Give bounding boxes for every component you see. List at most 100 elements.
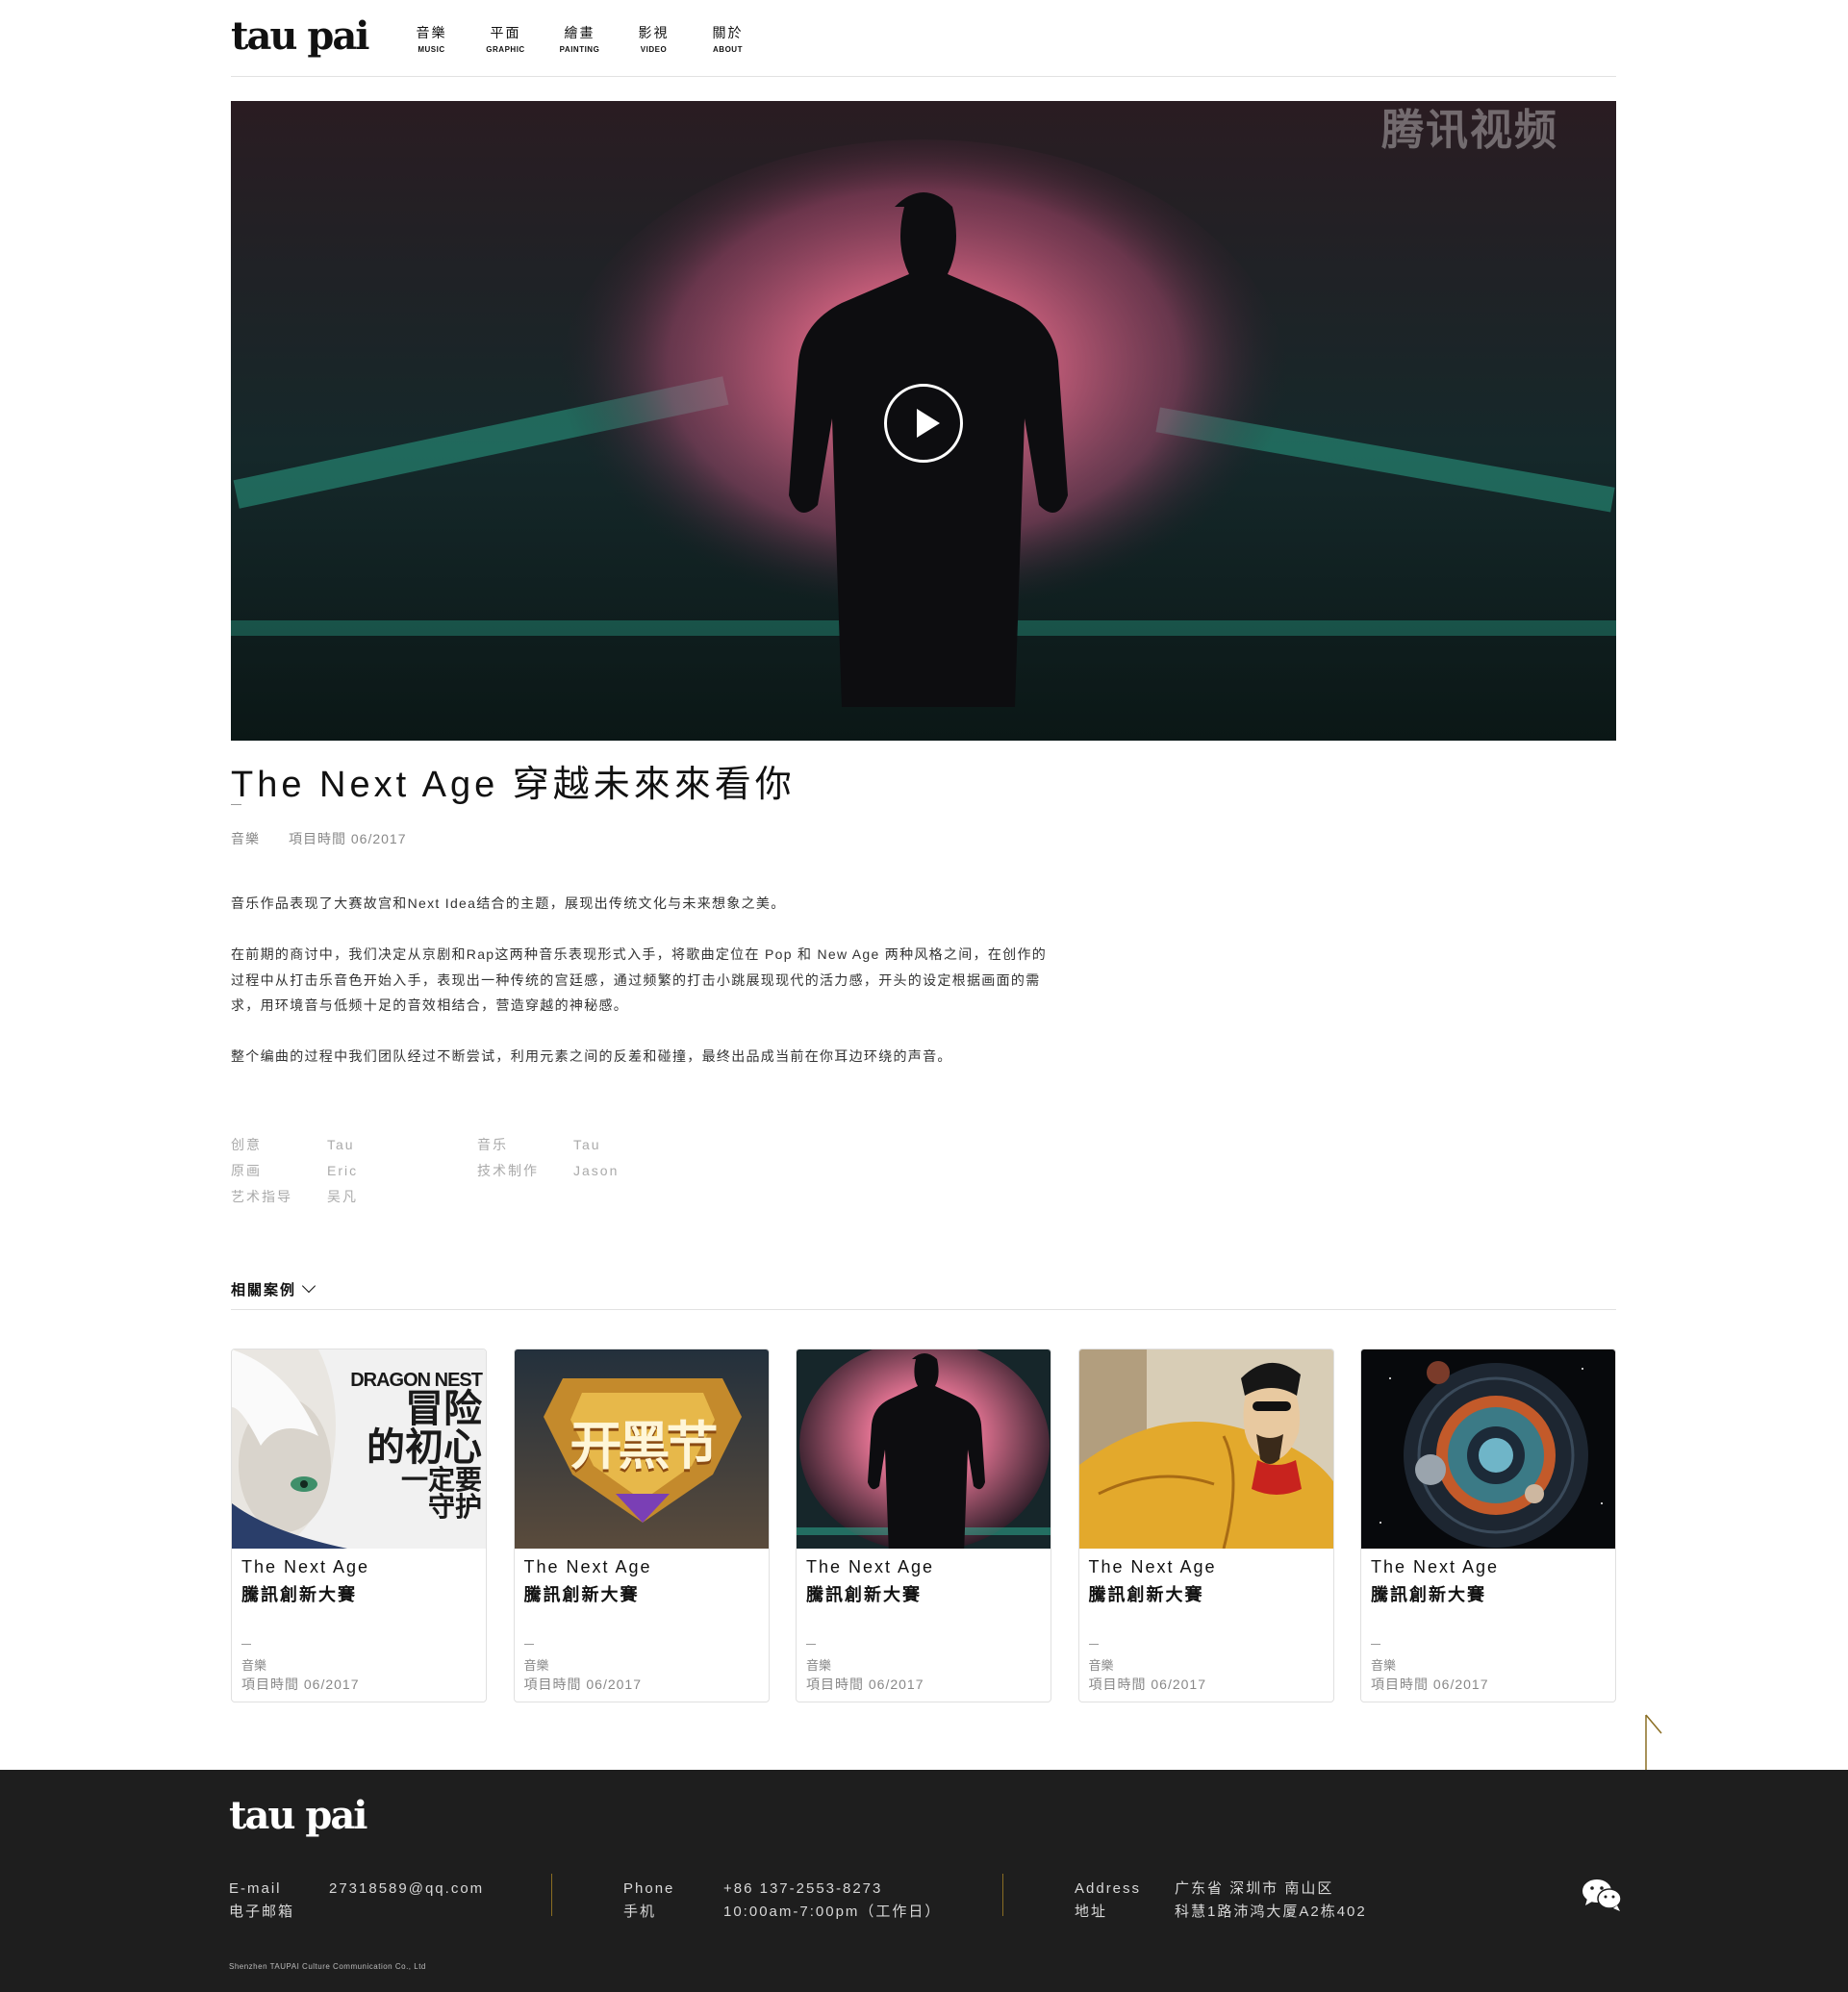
card-subtitle: 騰訊創新大賽 — [241, 1585, 357, 1604]
description-paragraph: 在前期的商讨中，我们决定从京剧和Rap这两种音乐表现形式入手，将歌曲定位在 Po… — [231, 946, 1048, 1013]
nav-sublabel: PAINTING — [559, 45, 600, 54]
related-card[interactable]: The Next Age 騰訊創新大賽 音樂 項目時間 06/2017 — [1360, 1349, 1616, 1702]
card-image-text: 的初心 — [367, 1426, 482, 1469]
card-category: 音樂 — [241, 1658, 267, 1673]
credit-person: 吴凡 — [327, 1189, 358, 1204]
credit-person: Tau — [327, 1137, 355, 1152]
project-date: 項目時間 06/2017 — [289, 831, 407, 846]
footer-email: E-mail 27318589@qq.com 电子邮箱 — [229, 1878, 484, 1924]
card-thumbnail: DRAGON NEST 冒险 的初心 一定要 守护 — [232, 1349, 486, 1549]
divider — [231, 1309, 1616, 1310]
footer-phone: Phone +86 137-2553-8273 手机 10:00am-7:00pm（… — [623, 1878, 941, 1924]
play-icon[interactable] — [884, 384, 963, 463]
card-title: The Next Age — [1088, 1557, 1217, 1576]
footer-label: 手机 — [623, 1904, 657, 1920]
card-image-text: 冒险 — [405, 1388, 482, 1430]
credit-person: Eric — [327, 1163, 359, 1178]
nav-item-graphic[interactable]: 平面 GRAPHIC — [468, 23, 543, 54]
card-category: 音樂 — [523, 1658, 549, 1673]
footer-label: 电子邮箱 — [229, 1904, 295, 1920]
nav-sublabel: VIDEO — [640, 45, 668, 54]
related-card[interactable]: The Next Age 騰訊創新大賽 音樂 項目時間 06/2017 — [1077, 1349, 1334, 1702]
site-header: tau pai 音樂 MUSIC 平面 GRAPHIC 繪畫 PAINTING 影視 V… — [231, 0, 1616, 77]
nav-sublabel: MUSIC — [418, 45, 445, 54]
card-thumbnail: 开黑节 — [514, 1349, 769, 1549]
card-subtitle: 騰訊創新大賽 — [1371, 1585, 1486, 1604]
credit-item: 技术制作 Jason — [477, 1161, 727, 1180]
email-link[interactable]: 27318589@qq.com — [329, 1880, 484, 1897]
nav-item-painting[interactable]: 繪畫 PAINTING — [543, 23, 617, 54]
card-date: 項目時間 06/2017 — [806, 1677, 924, 1692]
related-card[interactable]: 开黑节 The Next Age 騰訊創新大賽 音樂 項目時間 06/2017 — [513, 1349, 770, 1702]
card-category: 音樂 — [1088, 1658, 1114, 1673]
card-title: The Next Age — [523, 1557, 652, 1576]
chevron-down-icon — [301, 1278, 316, 1294]
credit-role: 原画 — [231, 1163, 262, 1178]
address-line: 科慧1路沛鸿大厦A2栋402 — [1175, 1904, 1367, 1920]
nav-label: 繪畫 — [564, 25, 595, 40]
card-title: The Next Age — [806, 1557, 935, 1576]
card-image-text: 守护 — [427, 1492, 482, 1522]
card-image-text: 一定要 — [400, 1465, 482, 1495]
related-heading-label: 相關案例 — [231, 1282, 297, 1299]
divider — [241, 1644, 251, 1645]
footer-label: Phone — [623, 1880, 675, 1897]
footer-label: Address — [1075, 1880, 1142, 1897]
nav-label: 影視 — [638, 25, 670, 40]
nav-label: 關於 — [712, 25, 744, 40]
credit-item: 原画 Eric — [231, 1161, 481, 1180]
project-description: 音乐作品表现了大赛故宫和Next Idea结合的主题，展现出传统文化与未来想象之… — [231, 891, 1058, 1095]
site-logo[interactable]: tau pai — [231, 13, 369, 59]
credit-role: 技术制作 — [477, 1163, 539, 1178]
credit-role: 艺术指导 — [231, 1189, 292, 1204]
footer-logo[interactable]: tau pai — [229, 1793, 367, 1838]
video-player[interactable]: 腾讯视频 — [231, 101, 1616, 741]
card-date: 項目時間 06/2017 — [1088, 1677, 1206, 1692]
card-category: 音樂 — [806, 1658, 832, 1673]
nav-item-video[interactable]: 影視 VIDEO — [617, 23, 691, 54]
card-image-text: 开黑节 — [570, 1418, 719, 1475]
divider — [1371, 1644, 1380, 1645]
copyright-text: Shenzhen TAUPAI Culture Communication Co… — [229, 1962, 426, 1971]
credit-role: 创意 — [231, 1137, 262, 1152]
wechat-icon[interactable] — [1582, 1878, 1622, 1912]
related-card[interactable]: DRAGON NEST 冒险 的初心 一定要 守护 The Next Age 騰… — [231, 1349, 487, 1702]
credit-item: 创意 Tau — [231, 1135, 481, 1154]
card-subtitle: 騰訊創新大賽 — [523, 1585, 640, 1604]
phone-number[interactable]: +86 137-2553-8273 — [723, 1880, 882, 1897]
card-title: The Next Age — [241, 1557, 370, 1576]
nav-item-music[interactable]: 音樂 MUSIC — [394, 23, 468, 54]
card-image-text: DRAGON NEST — [350, 1370, 483, 1391]
card-thumbnail — [797, 1349, 1051, 1549]
card-title: The Next Age — [1371, 1557, 1500, 1576]
description-paragraph: 音乐作品表现了大赛故宫和Next Idea结合的主题，展现出传统文化与未来想象之… — [231, 895, 786, 911]
nav-item-about[interactable]: 關於 ABOUT — [691, 23, 765, 54]
divider — [806, 1644, 816, 1645]
footer-label: 地址 — [1075, 1904, 1108, 1920]
divider — [523, 1644, 534, 1645]
card-thumbnail — [1078, 1349, 1333, 1549]
related-card[interactable]: The Next Age 騰訊創新大賽 音樂 項目時間 06/2017 — [796, 1349, 1051, 1702]
credit-role: 音乐 — [477, 1137, 508, 1152]
project-meta: 音樂 項目時間 06/2017 — [231, 829, 407, 848]
card-subtitle: 騰訊創新大賽 — [1088, 1585, 1204, 1604]
footer-label: E-mail — [229, 1880, 282, 1897]
divider — [231, 804, 241, 805]
card-category: 音樂 — [1371, 1658, 1397, 1673]
nav-label: 音樂 — [416, 25, 447, 40]
description-paragraph: 整个编曲的过程中我们团队经过不断尝试，利用元素之间的反差和碰撞，最终出品成当前在… — [231, 1048, 952, 1064]
related-heading[interactable]: 相關案例 — [231, 1278, 316, 1299]
phone-hours: 10:00am-7:00pm（工作日） — [723, 1904, 942, 1920]
footer-divider — [1002, 1874, 1003, 1916]
video-watermark: 腾讯视频 — [1381, 107, 1558, 154]
footer-divider — [551, 1874, 552, 1916]
card-date: 項目時間 06/2017 — [241, 1677, 360, 1692]
nav-label: 平面 — [490, 25, 521, 40]
divider — [1088, 1644, 1099, 1645]
card-thumbnail — [1361, 1349, 1615, 1549]
card-subtitle: 騰訊創新大賽 — [806, 1585, 922, 1604]
project-category: 音樂 — [231, 831, 260, 846]
related-cards: DRAGON NEST 冒险 的初心 一定要 守护 The Next Age 騰… — [231, 1349, 1616, 1702]
credit-person: Tau — [573, 1137, 601, 1152]
nav-sublabel: ABOUT — [713, 45, 743, 54]
